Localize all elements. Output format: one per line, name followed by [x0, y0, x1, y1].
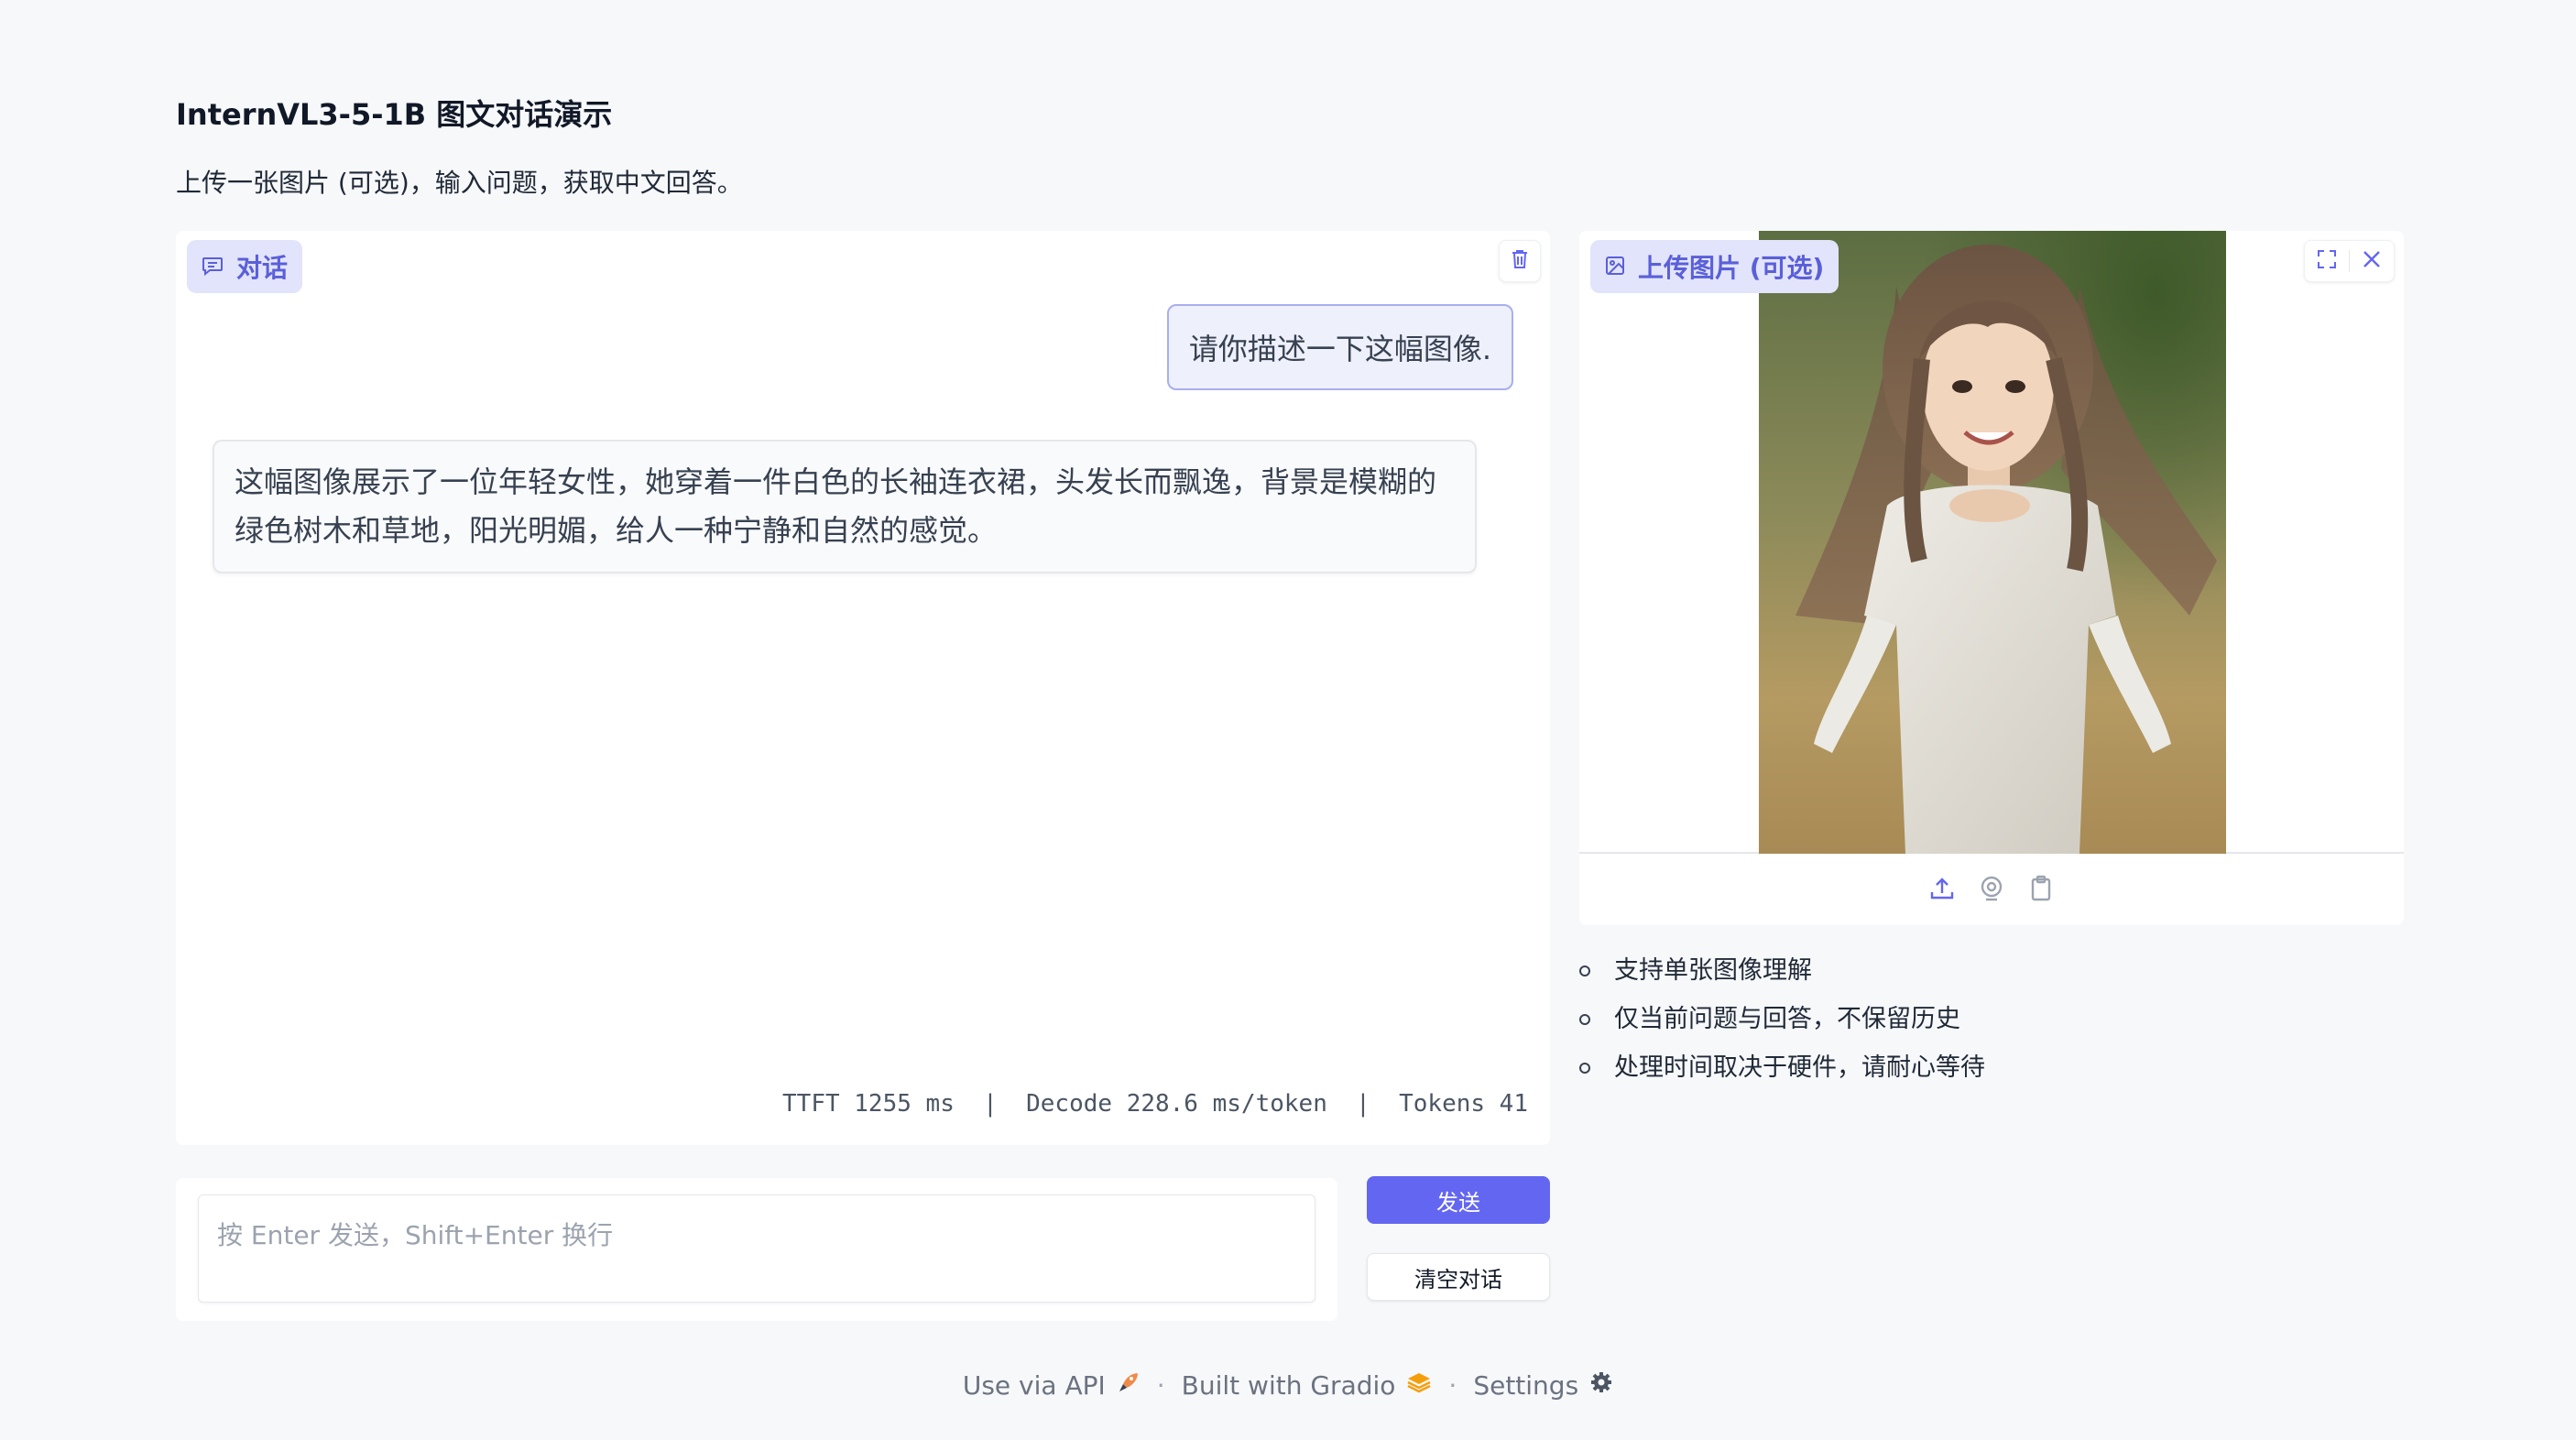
image-toolbar — [2304, 240, 2395, 282]
notes-list: 支持单张图像理解 仅当前问题与回答，不保留历史 处理时间取决于硬件，请耐心等待 — [1577, 953, 1985, 1098]
upload-icon — [1928, 875, 1956, 906]
built-with-gradio-link[interactable]: Built with Gradio — [1182, 1370, 1433, 1401]
bullet-icon — [1579, 1063, 1590, 1074]
clear-chat-icon-button[interactable] — [1499, 240, 1541, 282]
gear-icon — [1589, 1370, 1613, 1401]
webcam-icon — [1978, 875, 2005, 906]
bullet-icon — [1579, 965, 1590, 976]
upload-source-button[interactable] — [1927, 875, 1958, 906]
user-message: 请你描述一下这幅图像. — [1166, 304, 1513, 390]
clipboard-icon — [2027, 875, 2055, 906]
chatbot-label: 对话 — [187, 240, 303, 293]
gradio-logo-icon — [1406, 1370, 1432, 1401]
list-item: 支持单张图像理解 — [1577, 953, 1985, 1001]
image-icon — [1605, 252, 1625, 282]
webcam-source-button[interactable] — [1976, 875, 2007, 906]
image-upload-label: 上传图片 (可选) — [1590, 240, 1839, 293]
remove-image-button[interactable] — [2350, 241, 2394, 281]
app-root: InternVL3-5-1B 图文对话演示 上传一张图片 (可选)，输入问题，获… — [0, 0, 2576, 1440]
footer-separator: · — [1448, 1370, 1457, 1401]
chatbot-label-text: 对话 — [236, 253, 289, 283]
assistant-message: 这幅图像展示了一位年轻女性，她穿着一件白色的长袖连衣裙，头发长而飘逸，背景是模糊… — [213, 440, 1477, 573]
image-preview-area[interactable]: 上传图片 (可选) — [1579, 231, 2404, 854]
chatbot-panel: 对话 请你描述一下这幅图像. 这幅图像展示了一位年轻女性，她穿着一件白色的长袖连… — [176, 231, 1550, 1145]
close-icon — [2362, 249, 2382, 273]
chat-icon — [202, 256, 224, 277]
image-upload-label-text: 上传图片 (可选) — [1638, 253, 1825, 283]
footer-separator: · — [1156, 1370, 1165, 1401]
performance-stats: TTFT 1255 ms | Decode 228.6 ms/token | T… — [782, 1090, 1528, 1118]
clipboard-source-button[interactable] — [2025, 875, 2057, 906]
clear-chat-button[interactable]: 清空对话 — [1367, 1253, 1550, 1301]
list-item: 处理时间取决于硬件，请耐心等待 — [1577, 1050, 1985, 1098]
bullet-icon — [1579, 1014, 1590, 1025]
image-upload-panel: 上传图片 (可选) — [1579, 231, 2404, 925]
send-button[interactable]: 发送 — [1367, 1176, 1550, 1224]
footer: Use via API · Built with Gradio · Settin… — [0, 1370, 2576, 1401]
fullscreen-icon — [2316, 248, 2338, 274]
rocket-icon — [1117, 1370, 1141, 1401]
uploaded-photo — [1759, 231, 2226, 854]
fullscreen-button[interactable] — [2305, 241, 2349, 281]
list-item: 仅当前问题与回答，不保留历史 — [1577, 1001, 1985, 1050]
use-via-api-link[interactable]: Use via API — [963, 1370, 1141, 1401]
page-title: InternVL3-5-1B 图文对话演示 — [176, 97, 613, 132]
settings-link[interactable]: Settings — [1473, 1370, 1613, 1401]
trash-icon — [1511, 249, 1529, 273]
message-input[interactable] — [198, 1195, 1315, 1303]
page-subtitle: 上传一张图片 (可选)，输入问题，获取中文回答。 — [176, 168, 743, 198]
message-input-container — [176, 1178, 1337, 1321]
image-source-bar — [1579, 856, 2404, 925]
